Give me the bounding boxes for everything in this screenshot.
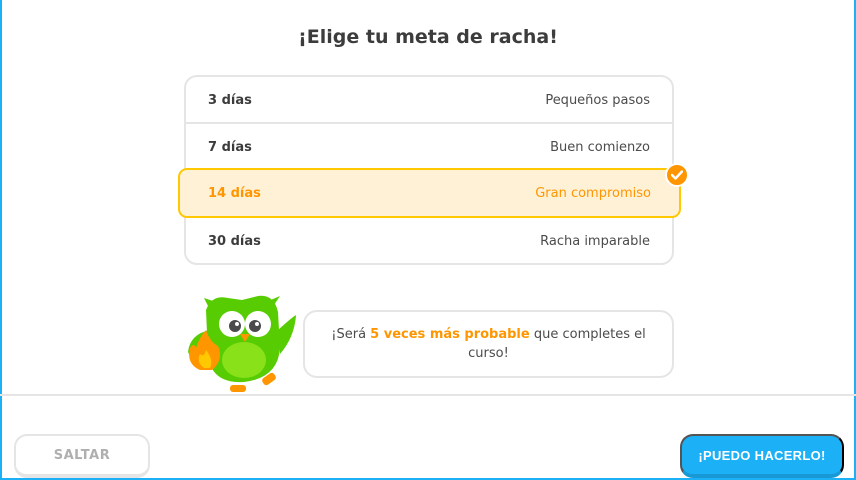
page-title: ¡Elige tu meta de racha! <box>298 26 558 48</box>
goal-option-7[interactable]: 7 días Buen comienzo <box>186 124 672 171</box>
footer-divider <box>0 394 856 396</box>
bubble-text: ¡Será 5 veces más probable que completes… <box>331 327 646 361</box>
bubble-highlight: 5 veces más probable <box>370 327 530 342</box>
goal-days: 14 días <box>208 185 261 201</box>
goal-label: Pequeños pasos <box>545 93 650 108</box>
goal-days: 30 días <box>208 234 261 249</box>
skip-button[interactable]: SALTAR <box>14 434 150 478</box>
goal-days: 3 días <box>208 93 252 108</box>
speech-bubble: ¡Será 5 veces más probable que completes… <box>303 310 674 378</box>
checkmark-icon <box>665 163 689 187</box>
goal-option-14-selected[interactable]: 14 días Gran compromiso <box>178 168 681 218</box>
goal-days: 7 días <box>208 140 252 155</box>
goal-label: Racha imparable <box>540 234 650 249</box>
goal-option-3[interactable]: 3 días Pequeños pasos <box>186 77 672 124</box>
goal-option-30[interactable]: 30 días Racha imparable <box>186 218 672 265</box>
confirm-button[interactable]: ¡PUEDO HACERLO! <box>680 434 844 478</box>
owl-mascot-icon <box>188 295 297 392</box>
goal-label: Gran compromiso <box>535 185 651 201</box>
goal-label: Buen comienzo <box>550 140 650 155</box>
